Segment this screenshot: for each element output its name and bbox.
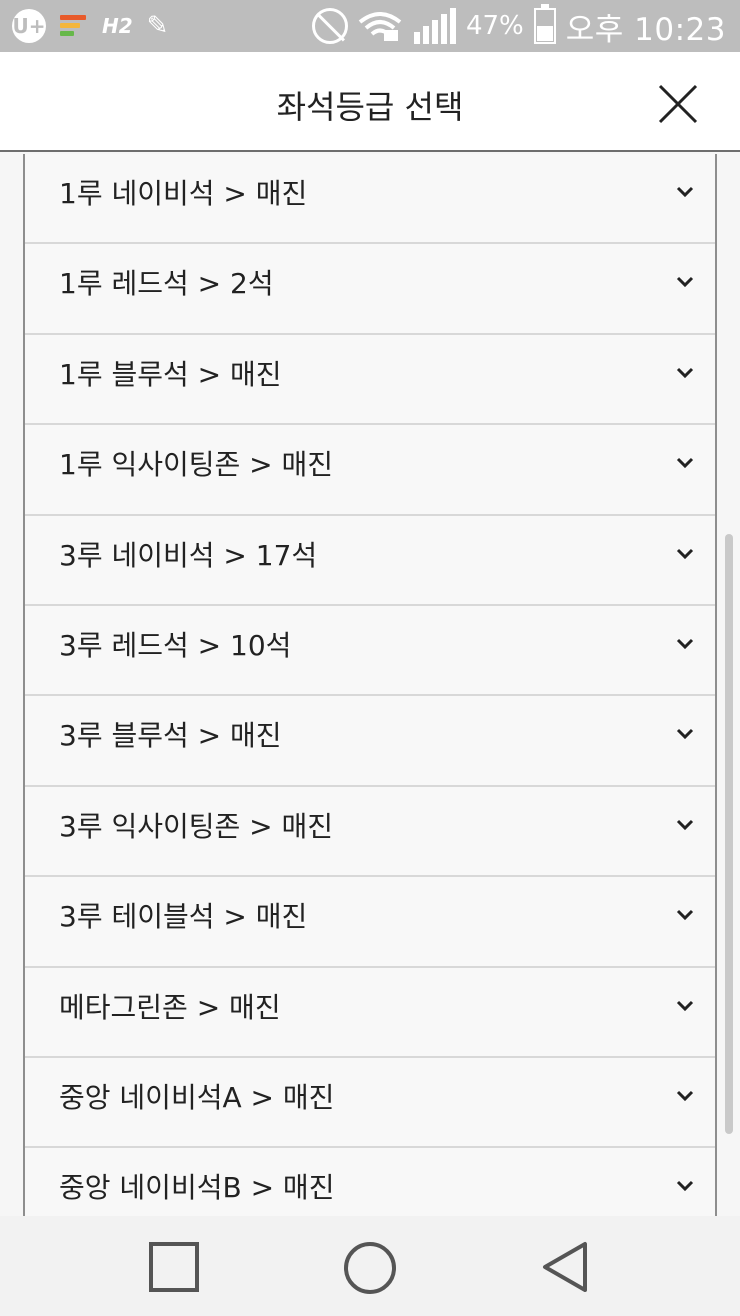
recent-apps-square-icon[interactable] <box>145 1238 205 1298</box>
system-nav-bar <box>0 1216 740 1316</box>
seat-grade-row[interactable]: 메타그린존 > 매진 <box>25 967 715 1058</box>
h2-app-icon: H2 <box>102 14 133 38</box>
clock: 오후 10:23 <box>565 11 726 48</box>
seat-grade-row[interactable]: 3루 익사이팅존 > 매진 <box>25 786 715 878</box>
chevron-down-icon[interactable] <box>675 547 695 561</box>
seat-grade-label: 3루 레드석 > 10석 <box>59 628 292 662</box>
battery-icon <box>533 4 556 44</box>
seat-grade-row[interactable]: 중앙 네이비석B > 매진 <box>25 1148 715 1216</box>
seat-grade-row[interactable]: 3루 블루석 > 매진 <box>25 696 715 787</box>
home-circle-icon[interactable] <box>340 1238 400 1298</box>
seat-grade-label: 1루 익사이팅존 > 매진 <box>59 448 334 482</box>
battery-percent: 47% <box>465 11 524 41</box>
seat-grade-label: 중앙 네이비석B > 매진 <box>59 1171 335 1205</box>
seat-grade-row[interactable]: 3루 테이블석 > 매진 <box>25 877 715 968</box>
chevron-down-icon[interactable] <box>675 818 695 832</box>
page-title: 좌석등급 선택 <box>276 88 464 126</box>
scrollbar[interactable] <box>725 534 733 1134</box>
seat-grade-row[interactable]: 1루 레드석 > 2석 <box>25 244 715 335</box>
seat-grade-label: 1루 네이비석 > 매진 <box>59 177 308 210</box>
seat-grade-row[interactable]: 중앙 네이비석A > 매진 <box>25 1057 715 1149</box>
seat-grade-label: 3루 익사이팅존 > 매진 <box>59 809 334 843</box>
seat-grade-row[interactable]: 3루 네이비석 > 17석 <box>25 515 715 606</box>
seat-grade-label: 1루 블루석 > 매진 <box>59 357 282 391</box>
pen-icon: ✎ <box>146 11 169 41</box>
dialog-header: 좌석등급 선택 <box>0 52 740 152</box>
chevron-down-icon[interactable] <box>675 185 695 199</box>
seat-grade-label: 1루 레드석 > 2석 <box>59 267 274 301</box>
chevron-down-icon[interactable] <box>675 999 695 1013</box>
chevron-down-icon[interactable] <box>675 727 695 741</box>
seat-grade-row[interactable]: 1루 네이비석 > 매진 <box>25 154 715 245</box>
chevron-down-icon[interactable] <box>675 908 695 922</box>
seat-grade-row[interactable]: 1루 익사이팅존 > 매진 <box>25 425 715 516</box>
chevron-down-icon[interactable] <box>675 456 695 470</box>
status-bar: U+ H2 ✎ 47% 오후 10:23 <box>0 0 740 52</box>
seat-grade-label: 3루 테이블석 > 매진 <box>59 900 308 934</box>
notification-bars-icon <box>60 14 88 38</box>
seat-grade-row[interactable]: 1루 블루석 > 매진 <box>25 334 715 426</box>
carrier-app-icon: U+ <box>12 9 46 43</box>
chevron-down-icon[interactable] <box>675 637 695 651</box>
chevron-down-icon[interactable] <box>675 366 695 380</box>
seat-grade-label: 3루 블루석 > 매진 <box>59 719 282 753</box>
seat-grade-list-area[interactable]: 1루 네이비석 > 매진 1루 레드석 > 2석 1루 블루석 > 매진 1루 익사이… <box>0 154 740 1216</box>
wifi-icon <box>358 12 402 41</box>
chevron-down-icon[interactable] <box>675 275 695 289</box>
seat-grade-label: 중앙 네이비석A > 매진 <box>59 1080 335 1114</box>
chevron-down-icon[interactable] <box>675 1089 695 1103</box>
seat-grade-list: 1루 네이비석 > 매진 1루 레드석 > 2석 1루 블루석 > 매진 1루 익사이… <box>23 154 717 1216</box>
back-triangle-icon[interactable] <box>535 1238 595 1298</box>
seat-grade-label: 3루 네이비석 > 17석 <box>59 538 318 572</box>
close-icon[interactable] <box>656 82 700 126</box>
seat-grade-label: 메타그린존 > 매진 <box>59 990 281 1024</box>
seat-grade-row[interactable]: 3루 레드석 > 10석 <box>25 605 715 697</box>
signal-strength-icon <box>413 8 456 44</box>
mute-icon <box>311 8 348 44</box>
chevron-down-icon[interactable] <box>675 1179 695 1193</box>
